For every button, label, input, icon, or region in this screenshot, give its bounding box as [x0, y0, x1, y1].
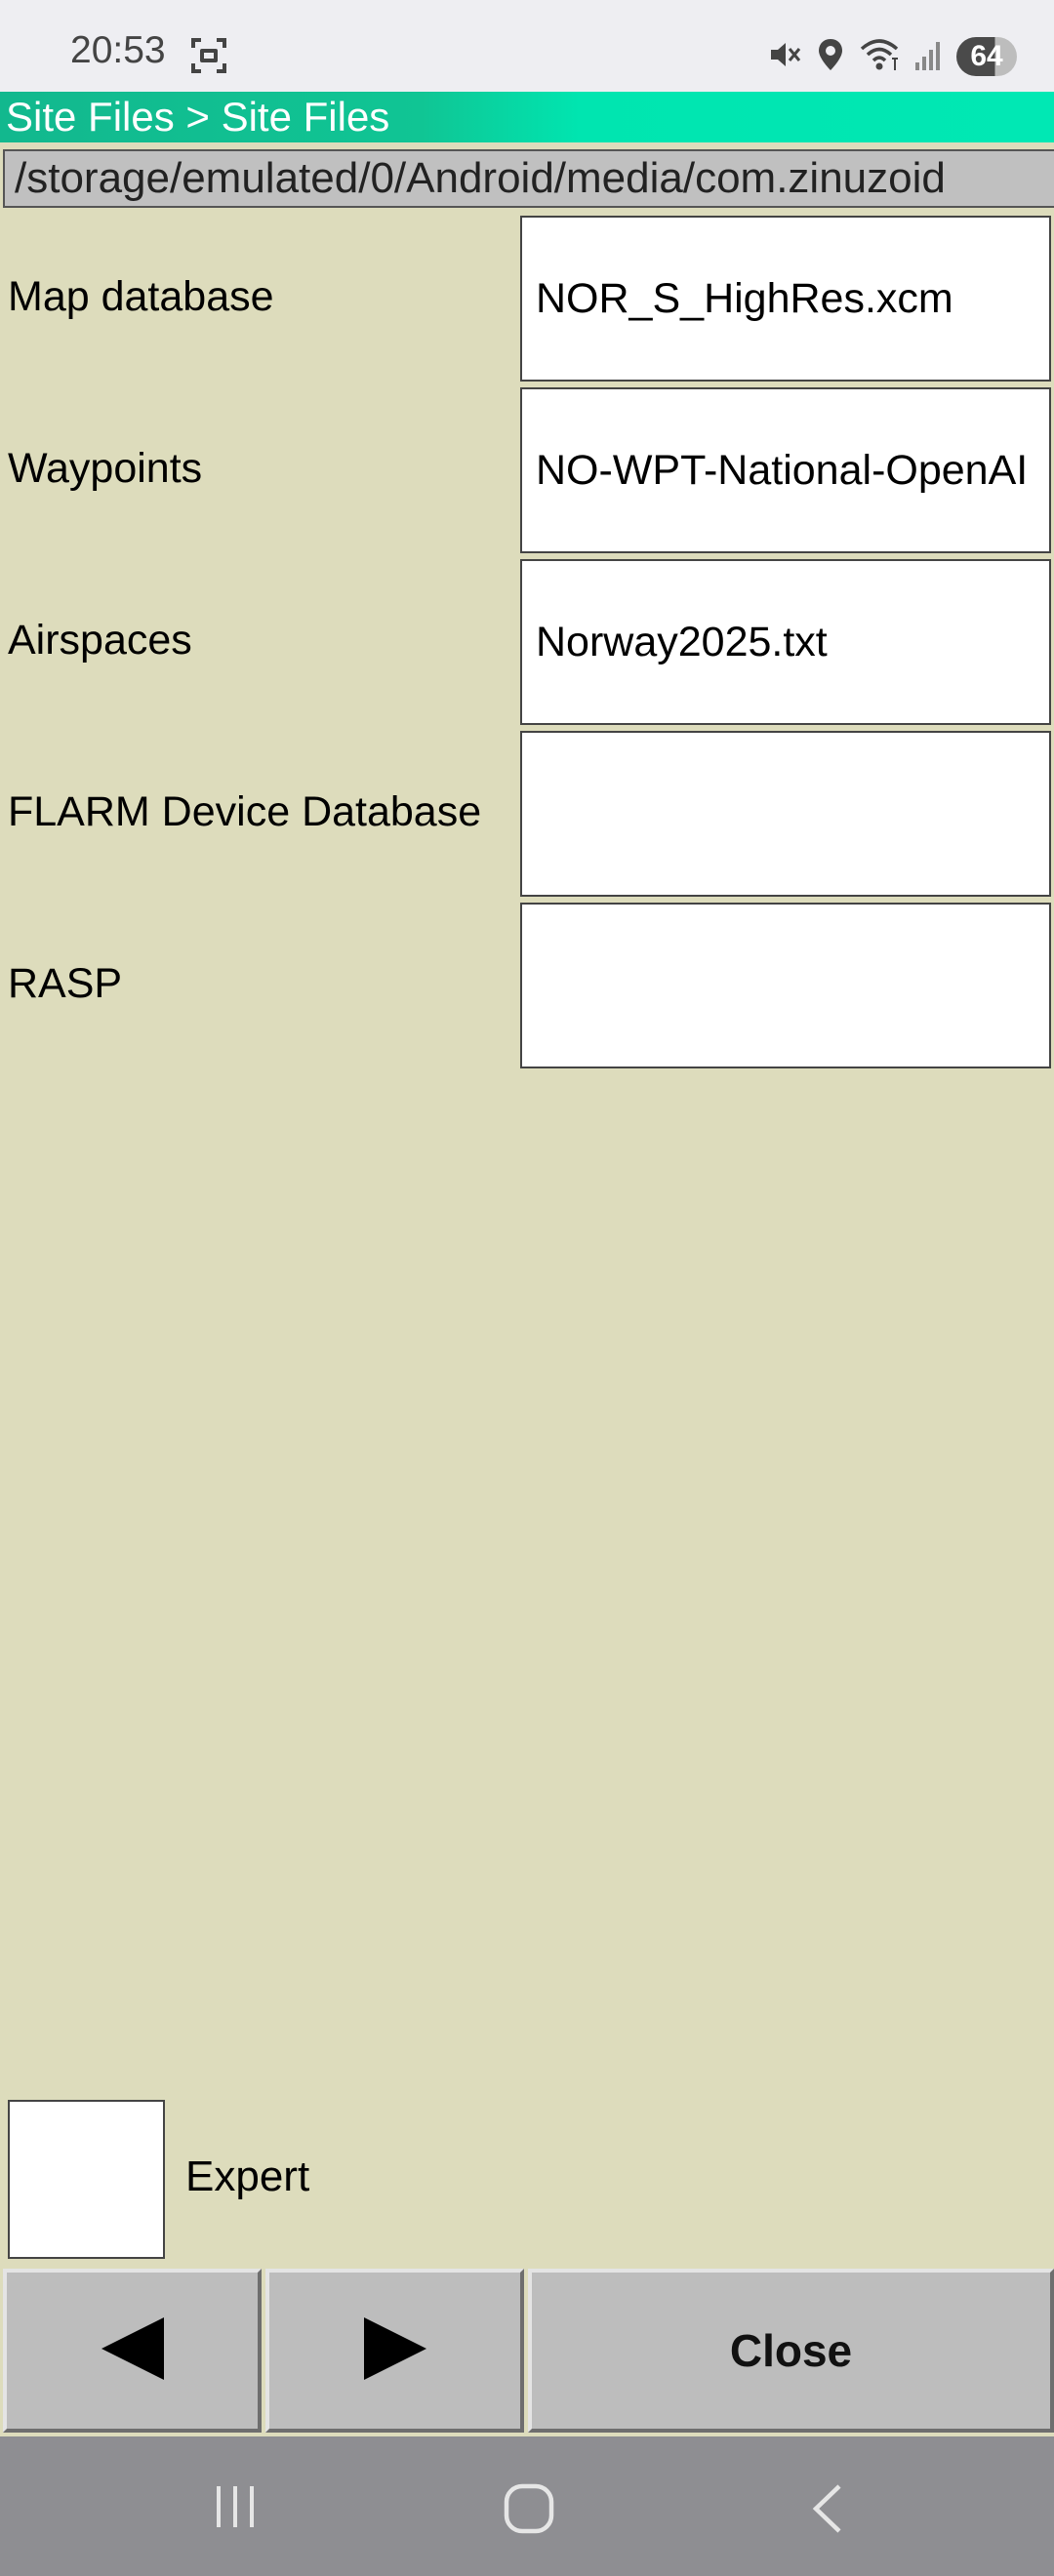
expert-checkbox[interactable] — [8, 2100, 165, 2259]
airspaces-field[interactable]: Norway2025.txt — [520, 559, 1051, 725]
system-navigation-bar — [0, 2436, 1054, 2576]
row-label-airspaces: Airspaces — [8, 617, 192, 664]
map-database-field[interactable]: NOR_S_HighRes.xcm — [520, 216, 1051, 382]
rasp-field[interactable] — [520, 903, 1051, 1068]
mute-icon — [767, 37, 802, 77]
page-title: Site Files > Site Files — [0, 92, 1054, 142]
status-time: 20:53 — [70, 29, 166, 71]
status-bar: 20:53 64 — [0, 0, 1054, 92]
battery-indicator: 64 — [956, 37, 1017, 76]
close-button-label: Close — [729, 2325, 853, 2376]
left-triangle-icon — [98, 2314, 168, 2389]
status-icons: 64 — [767, 27, 1017, 86]
screen-recorder-icon — [189, 36, 228, 80]
row-label-waypoints: Waypoints — [8, 445, 203, 492]
wifi-icon — [859, 37, 900, 77]
signal-icon — [913, 37, 943, 77]
next-button[interactable] — [265, 2269, 524, 2433]
waypoints-field[interactable]: NO-WPT-National-OpenAI — [520, 387, 1051, 553]
row-label-flarm-device-database: FLARM Device Database — [8, 788, 482, 835]
row-label-rasp: RASP — [8, 960, 123, 1007]
recent-apps-icon[interactable] — [211, 2482, 260, 2536]
previous-button[interactable] — [3, 2269, 262, 2433]
close-button[interactable]: Close — [528, 2269, 1054, 2433]
location-icon — [816, 37, 845, 77]
path-bar: /storage/emulated/0/Android/media/com.zi… — [3, 149, 1054, 208]
expert-label: Expert — [185, 2153, 310, 2200]
back-icon[interactable] — [806, 2482, 849, 2540]
home-icon[interactable] — [503, 2482, 555, 2540]
row-label-map-database: Map database — [8, 273, 274, 320]
flarm-device-database-field[interactable] — [520, 731, 1051, 897]
right-triangle-icon — [360, 2314, 430, 2389]
